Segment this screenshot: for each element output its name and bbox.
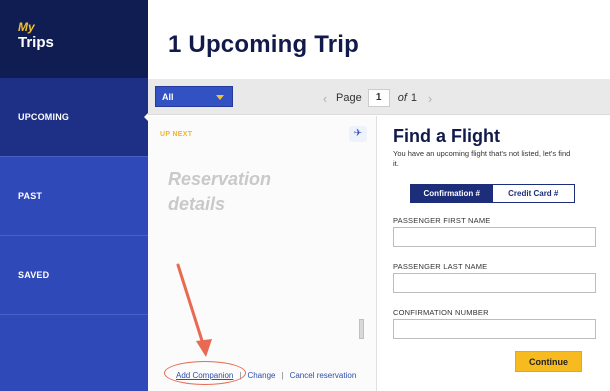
annotation-highlight-ring bbox=[164, 361, 246, 385]
brand-logo: My Trips bbox=[0, 0, 148, 78]
brand-my: My bbox=[18, 20, 35, 34]
first-name-label: PASSENGER FIRST NAME bbox=[393, 216, 491, 225]
sidebar-item-saved[interactable]: SAVED bbox=[0, 236, 148, 315]
confirmation-number-field[interactable] bbox=[393, 319, 596, 339]
page-title: 1 Upcoming Trip bbox=[168, 31, 360, 58]
confirmation-number-label: CONFIRMATION NUMBER bbox=[393, 308, 489, 317]
annotation-arrow-icon bbox=[176, 263, 212, 357]
pagination: ‹ Page 1 of 1 › bbox=[318, 88, 437, 108]
page-of-label: of bbox=[397, 92, 407, 104]
sidebar-item-label: PAST bbox=[18, 191, 43, 201]
find-flight-panel: Find a Flight You have an upcoming fligh… bbox=[378, 116, 610, 391]
tab-credit-card[interactable]: Credit Card # bbox=[492, 185, 574, 202]
toolbar: All ‹ Page 1 of 1 › bbox=[148, 79, 610, 115]
sidebar: My Trips UPCOMING PAST SAVED bbox=[0, 0, 149, 391]
separator: | bbox=[281, 371, 284, 380]
up-next-label: UP NEXT bbox=[160, 131, 193, 138]
chevron-right-icon[interactable]: › bbox=[423, 91, 437, 106]
my-trips-page: My Trips UPCOMING PAST SAVED 1 Upcoming … bbox=[0, 0, 610, 391]
filter-select[interactable]: All bbox=[155, 86, 233, 107]
reservation-title: Reservation details bbox=[168, 169, 272, 214]
sidebar-item-upcoming[interactable]: UPCOMING bbox=[0, 78, 149, 157]
page-label: Page bbox=[336, 92, 362, 104]
sidebar-item-past[interactable]: PAST bbox=[0, 157, 148, 236]
filter-value: All bbox=[162, 92, 174, 102]
find-flight-subtitle: You have an upcoming flight that's not l… bbox=[393, 149, 571, 168]
page-number-input[interactable]: 1 bbox=[367, 89, 390, 107]
page-total: 1 bbox=[410, 92, 418, 104]
last-name-field[interactable] bbox=[393, 273, 596, 293]
sidebar-item-label: UPCOMING bbox=[18, 112, 70, 122]
airplane-icon[interactable]: ✈ bbox=[349, 126, 367, 142]
scrollbar-thumb[interactable] bbox=[359, 319, 364, 339]
continue-button[interactable]: Continue bbox=[515, 351, 582, 372]
brand-trips: Trips bbox=[18, 34, 54, 51]
sidebar-item-label: SAVED bbox=[18, 270, 50, 280]
cancel-reservation-link[interactable]: Cancel reservation bbox=[290, 371, 357, 380]
first-name-field[interactable] bbox=[393, 227, 596, 247]
search-type-toggle: Confirmation # Credit Card # bbox=[410, 184, 575, 203]
tab-confirmation[interactable]: Confirmation # bbox=[411, 185, 493, 202]
find-flight-title: Find a Flight bbox=[393, 126, 500, 146]
chevron-left-icon[interactable]: ‹ bbox=[318, 91, 332, 106]
change-link[interactable]: Change bbox=[247, 371, 275, 380]
last-name-label: PASSENGER LAST NAME bbox=[393, 262, 488, 271]
caret-down-icon bbox=[216, 95, 224, 100]
